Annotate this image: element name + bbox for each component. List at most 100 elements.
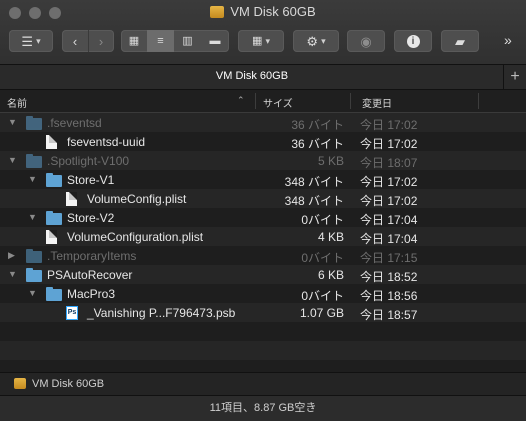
empty-row (0, 341, 526, 360)
path-item-vm-disk[interactable]: VM Disk 60GB (32, 378, 104, 390)
icon-view-button[interactable]: ▦ (121, 30, 147, 52)
new-tab-button[interactable]: + (503, 65, 526, 89)
eye-icon: ◉ (360, 33, 372, 49)
group-by-menu-button[interactable]: ▦ ▾ (238, 30, 284, 52)
item-modified-date: 今日 17:02 (360, 194, 418, 208)
item-size: 0バイト (301, 213, 344, 227)
item-name: VolumeConfig.plist (87, 192, 187, 206)
gallery-view-button[interactable]: ▬ (201, 30, 229, 52)
folder-icon (46, 211, 62, 225)
navigation-buttons: ‹ › (62, 30, 114, 52)
sort-ascending-icon: ⌃ (237, 95, 245, 105)
disclosure-collapsed-icon[interactable]: ▶ (8, 250, 15, 261)
folder-icon (46, 173, 62, 187)
column-header: 名前 ⌃ サイズ 変更日 (0, 90, 526, 113)
empty-row (0, 322, 526, 341)
new-folder-button[interactable]: ▰ (441, 30, 479, 52)
disclosure-expanded-icon[interactable]: ▼ (8, 155, 17, 165)
item-size: 6 KB (317, 268, 344, 282)
item-size: 5 KB (317, 154, 344, 168)
item-size: 36 バイト (291, 118, 344, 132)
item-name: _Vanishing P...F796473.psb (87, 306, 236, 320)
disclosure-expanded-icon[interactable]: ▼ (8, 117, 17, 127)
list-icon: ≡ (157, 34, 164, 47)
column-view-button[interactable]: ▥ (174, 30, 201, 52)
item-name: VolumeConfiguration.plist (67, 230, 204, 244)
list-item[interactable]: VolumeConfiguration.plist 4 KB 今日 17:04 (0, 227, 526, 246)
item-modified-date: 今日 17:02 (360, 137, 418, 151)
toolbar-overflow-button[interactable]: » (504, 32, 512, 48)
group-icon: ▦ (252, 34, 263, 47)
column-divider[interactable] (255, 93, 256, 109)
folder-icon (26, 249, 42, 263)
item-modified-date: 今日 17:02 (360, 175, 418, 189)
item-size: 36 バイト (291, 137, 344, 151)
list-item[interactable]: ▼ .fseventsd 36 バイト 今日 17:02 (0, 113, 526, 132)
tab-bar: VM Disk 60GB + (0, 65, 526, 90)
view-mode-buttons: ▦ ≡ ▥ ▬ (121, 30, 229, 52)
item-size: 0バイト (301, 289, 344, 303)
list-item[interactable]: ▼ .Spotlight-V100 5 KB 今日 18:07 (0, 151, 526, 170)
item-modified-date: 今日 17:04 (360, 232, 418, 246)
disclosure-expanded-icon[interactable]: ▼ (28, 174, 37, 184)
chevron-down-icon: ▾ (321, 35, 326, 46)
status-text: 11項目、8.87 GB空き (209, 402, 317, 414)
disk-icon (14, 378, 26, 389)
item-modified-date: 今日 18:07 (360, 156, 418, 170)
document-icon (46, 230, 57, 244)
quick-look-button[interactable]: ◉ (347, 30, 385, 52)
file-list: ▼ .fseventsd 36 バイト 今日 17:02 fseventsd-uuid 3… (0, 113, 526, 360)
item-size: 1.07 GB (299, 306, 344, 320)
list-item[interactable]: ▶ .TemporaryItems 0バイト 今日 17:15 (0, 246, 526, 265)
get-info-button[interactable]: i (394, 30, 432, 52)
item-name: Store-V1 (67, 173, 115, 187)
column-modified-header[interactable]: 変更日 (362, 95, 392, 110)
column-divider[interactable] (478, 93, 479, 109)
gallery-icon: ▬ (209, 34, 221, 47)
arrange-icon: ☰ (21, 33, 34, 49)
item-modified-date: 今日 18:56 (360, 289, 418, 303)
item-name: Store-V2 (67, 211, 115, 225)
disclosure-expanded-icon[interactable]: ▼ (28, 288, 37, 298)
column-size-header[interactable]: サイズ (263, 95, 293, 110)
list-item[interactable]: ▼ Store-V1 348 バイト 今日 17:02 (0, 170, 526, 189)
forward-button[interactable]: › (89, 30, 114, 52)
back-button[interactable]: ‹ (63, 30, 88, 52)
list-item[interactable]: Ps _Vanishing P...F796473.psb 1.07 GB 今日 18… (0, 303, 526, 322)
list-item[interactable]: ▼ PSAutoRecover 6 KB 今日 18:52 (0, 265, 526, 284)
folder-icon (46, 287, 62, 301)
document-icon (66, 192, 77, 206)
list-item[interactable]: VolumeConfig.plist 348 バイト 今日 17:02 (0, 189, 526, 208)
chevron-left-icon: ‹ (72, 33, 78, 49)
grid-icon: ▦ (128, 34, 140, 47)
action-menu-button[interactable]: ⚙ ▾ (293, 30, 339, 52)
chevron-down-icon: ▾ (265, 35, 270, 46)
item-name: .fseventsd (47, 116, 102, 130)
disclosure-expanded-icon[interactable]: ▼ (28, 212, 37, 222)
item-name: PSAutoRecover (47, 268, 133, 282)
list-item[interactable]: ▼ Store-V2 0バイト 今日 17:04 (0, 208, 526, 227)
item-modified-date: 今日 18:57 (360, 308, 418, 322)
disclosure-expanded-icon[interactable]: ▼ (8, 269, 17, 279)
arrange-menu-button[interactable]: ☰ ▾ (9, 30, 53, 52)
columns-icon: ▥ (182, 34, 193, 47)
item-name: .TemporaryItems (47, 249, 137, 263)
column-name-header[interactable]: 名前 (7, 95, 27, 110)
folder-icon (26, 154, 42, 168)
folder-icon (26, 268, 42, 282)
disk-icon (210, 6, 225, 18)
item-size: 4 KB (317, 230, 344, 244)
document-icon (46, 135, 57, 149)
list-item[interactable]: ▼ MacPro3 0バイト 今日 18:56 (0, 284, 526, 303)
tab-vm-disk[interactable]: VM Disk 60GB (0, 70, 504, 82)
status-bar: 11項目、8.87 GB空き (0, 395, 526, 421)
list-view-button[interactable]: ≡ (147, 30, 174, 52)
chevron-right-icon: › (98, 33, 104, 49)
window-title-text: VM Disk 60GB (230, 4, 316, 19)
folder-plus-icon: ▰ (455, 33, 465, 49)
column-divider[interactable] (350, 93, 351, 109)
chevron-down-icon: ▾ (36, 35, 41, 46)
photoshop-file-icon: Ps (66, 306, 78, 320)
list-item[interactable]: fseventsd-uuid 36 バイト 今日 17:02 (0, 132, 526, 151)
folder-icon (26, 116, 42, 130)
